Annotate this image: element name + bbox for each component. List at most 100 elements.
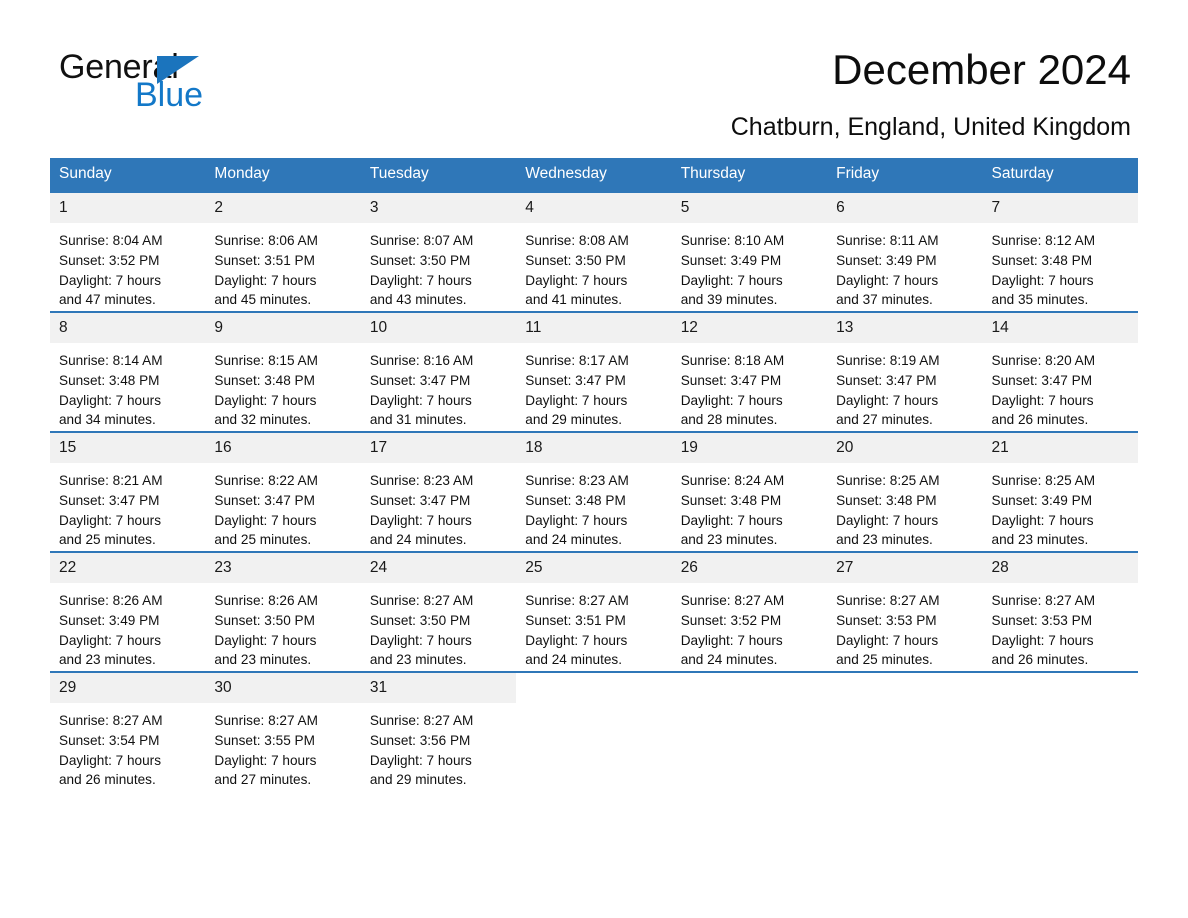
sunrise-text: Sunrise: 8:10 AM (680, 233, 785, 248)
weekday-header-tuesday: Tuesday (360, 158, 517, 192)
calendar-day-cell[interactable]: 21 Sunrise: 8:25 AM Sunset: 3:49 PM Dayligh… (982, 431, 1138, 552)
calendar-day-cell[interactable]: 17 Sunrise: 8:23 AM Sunset: 3:47 PM Dayligh… (360, 431, 517, 552)
calendar-day-cell[interactable]: 2 Sunrise: 8:06 AM Sunset: 3:51 PM Daylight… (205, 191, 361, 312)
page-title: December 2024 (832, 46, 1131, 93)
sunset-text: Sunset: 3:50 PM (214, 612, 315, 628)
calendar-day-cell[interactable]: 8 Sunrise: 8:14 AM Sunset: 3:48 PM Daylight… (50, 311, 206, 432)
daylight-text-line2: and 26 minutes. (991, 412, 1089, 428)
daylight-text-line1: Daylight: 7 hours (214, 392, 317, 408)
calendar-day-cell[interactable]: 26 Sunrise: 8:27 AM Sunset: 3:52 PM Dayligh… (671, 551, 828, 672)
day-info: Sunrise: 8:15 AM Sunset: 3:48 PM Daylight:… (205, 343, 360, 430)
day-info: Sunrise: 8:27 AM Sunset: 3:52 PM Daylight:… (672, 583, 827, 670)
day-info: Sunrise: 8:14 AM Sunset: 3:48 PM Daylight:… (50, 343, 205, 430)
day-number: 29 (50, 673, 206, 703)
day-info: Sunrise: 8:08 AM Sunset: 3:50 PM Daylight:… (516, 223, 671, 310)
calendar-day-cell[interactable]: 5 Sunrise: 8:10 AM Sunset: 3:49 PM Daylight… (671, 191, 828, 312)
daylight-text-line1: Daylight: 7 hours (525, 632, 628, 648)
daylight-text-line1: Daylight: 7 hours (836, 632, 939, 648)
day-number: 26 (671, 553, 828, 583)
sunrise-text: Sunrise: 8:19 AM (836, 353, 940, 368)
sunrise-text: Sunrise: 8:27 AM (836, 593, 940, 608)
day-number: 8 (50, 313, 206, 343)
daylight-text-line2: and 25 minutes. (59, 532, 156, 548)
day-number: 21 (982, 433, 1138, 463)
calendar-day-cell[interactable]: 20 Sunrise: 8:25 AM Sunset: 3:48 PM Dayligh… (827, 431, 983, 552)
sunset-text: Sunset: 3:49 PM (680, 252, 782, 268)
day-info: Sunrise: 8:06 AM Sunset: 3:51 PM Daylight:… (205, 223, 360, 310)
calendar-day-cell[interactable]: 27 Sunrise: 8:27 AM Sunset: 3:53 PM Dayligh… (827, 551, 983, 672)
calendar-day-cell[interactable]: 10 Sunrise: 8:16 AM Sunset: 3:47 PM Dayligh… (360, 311, 517, 432)
calendar-day-cell[interactable]: 7 Sunrise: 8:12 AM Sunset: 3:48 PM Daylight… (982, 191, 1138, 312)
calendar-day-cell[interactable]: 28 Sunrise: 8:27 AM Sunset: 3:53 PM Dayligh… (982, 551, 1138, 672)
calendar-day-cell[interactable]: 12 Sunrise: 8:18 AM Sunset: 3:47 PM Dayligh… (671, 311, 828, 432)
calendar-day-cell[interactable]: 18 Sunrise: 8:23 AM Sunset: 3:48 PM Dayligh… (516, 431, 672, 552)
daylight-text-line1: Daylight: 7 hours (991, 632, 1094, 648)
calendar-day-cell[interactable]: 19 Sunrise: 8:24 AM Sunset: 3:48 PM Dayligh… (671, 431, 828, 552)
sunrise-text: Sunrise: 8:20 AM (991, 353, 1096, 368)
calendar-day-cell[interactable]: 24 Sunrise: 8:27 AM Sunset: 3:50 PM Dayligh… (360, 551, 517, 672)
day-number: 15 (50, 433, 206, 463)
daylight-text-line1: Daylight: 7 hours (59, 392, 162, 408)
day-number: 11 (516, 313, 672, 343)
daylight-text-line2: and 24 minutes. (525, 532, 622, 548)
calendar-day-cell[interactable]: 3 Sunrise: 8:07 AM Sunset: 3:50 PM Daylight… (360, 191, 517, 312)
sunset-text: Sunset: 3:48 PM (836, 492, 937, 508)
day-info: Sunrise: 8:25 AM Sunset: 3:48 PM Daylight:… (827, 463, 982, 550)
sunset-text: Sunset: 3:49 PM (836, 252, 937, 268)
weekday-header-friday: Friday (827, 158, 983, 192)
calendar-day-cell[interactable]: 15 Sunrise: 8:21 AM Sunset: 3:47 PM Dayligh… (50, 431, 206, 552)
calendar-day-cell[interactable]: 1 Sunrise: 8:04 AM Sunset: 3:52 PM Daylight… (50, 191, 206, 312)
sunset-text: Sunset: 3:47 PM (991, 372, 1093, 388)
calendar-day-cell[interactable]: 11 Sunrise: 8:17 AM Sunset: 3:47 PM Dayligh… (516, 311, 672, 432)
calendar-day-cell[interactable]: 22 Sunrise: 8:26 AM Sunset: 3:49 PM Dayligh… (50, 551, 206, 672)
calendar-day-cell[interactable]: 9 Sunrise: 8:15 AM Sunset: 3:48 PM Daylight… (205, 311, 361, 432)
calendar-week-row: 29 Sunrise: 8:27 AM Sunset: 3:54 PM Dayligh… (50, 671, 1138, 791)
daylight-text-line1: Daylight: 7 hours (836, 272, 939, 288)
sunrise-text: Sunrise: 8:12 AM (991, 233, 1096, 248)
calendar-day-cell[interactable]: 23 Sunrise: 8:26 AM Sunset: 3:50 PM Dayligh… (205, 551, 361, 672)
calendar-cell-empty (516, 671, 672, 791)
daylight-text-line2: and 23 minutes. (59, 652, 156, 668)
calendar-cell-empty (671, 671, 828, 791)
day-info: Sunrise: 8:27 AM Sunset: 3:51 PM Daylight:… (516, 583, 671, 670)
daylight-text-line2: and 27 minutes. (836, 412, 933, 428)
general-blue-logo[interactable]: General Blue (59, 50, 319, 120)
daylight-text-line2: and 27 minutes. (214, 772, 312, 788)
calendar-body: 1 Sunrise: 8:04 AM Sunset: 3:52 PM Daylight… (50, 191, 1138, 791)
sunset-text: Sunset: 3:48 PM (680, 492, 782, 508)
day-number: 13 (827, 313, 983, 343)
daylight-text-line1: Daylight: 7 hours (836, 392, 939, 408)
daylight-text-line2: and 24 minutes. (680, 652, 778, 668)
calendar-day-cell[interactable]: 13 Sunrise: 8:19 AM Sunset: 3:47 PM Dayligh… (827, 311, 983, 432)
daylight-text-line1: Daylight: 7 hours (214, 272, 317, 288)
calendar-day-cell[interactable]: 30 Sunrise: 8:27 AM Sunset: 3:55 PM Dayligh… (205, 671, 361, 791)
daylight-text-line2: and 45 minutes. (214, 292, 312, 308)
calendar-day-cell[interactable]: 31 Sunrise: 8:27 AM Sunset: 3:56 PM Dayligh… (360, 671, 517, 791)
sunrise-text: Sunrise: 8:26 AM (59, 593, 163, 608)
day-info: Sunrise: 8:25 AM Sunset: 3:49 PM Daylight:… (983, 463, 1138, 550)
sunset-text: Sunset: 3:47 PM (214, 492, 315, 508)
calendar-day-cell[interactable]: 25 Sunrise: 8:27 AM Sunset: 3:51 PM Dayligh… (516, 551, 672, 672)
daylight-text-line2: and 35 minutes. (991, 292, 1089, 308)
daylight-text-line2: and 23 minutes. (680, 532, 778, 548)
day-info: Sunrise: 8:27 AM Sunset: 3:53 PM Daylight:… (827, 583, 982, 670)
daylight-text-line2: and 41 minutes. (525, 292, 622, 308)
daylight-text-line2: and 25 minutes. (836, 652, 933, 668)
daylight-text-line1: Daylight: 7 hours (59, 272, 162, 288)
day-number: 31 (360, 673, 517, 703)
daylight-text-line2: and 24 minutes. (369, 532, 467, 548)
calendar-day-cell[interactable]: 29 Sunrise: 8:27 AM Sunset: 3:54 PM Dayligh… (50, 671, 206, 791)
daylight-text-line2: and 37 minutes. (836, 292, 933, 308)
daylight-text-line2: and 23 minutes. (836, 532, 933, 548)
calendar-day-cell[interactable]: 16 Sunrise: 8:22 AM Sunset: 3:47 PM Dayligh… (205, 431, 361, 552)
daylight-text-line1: Daylight: 7 hours (680, 392, 783, 408)
sunset-text: Sunset: 3:50 PM (369, 252, 471, 268)
daylight-text-line1: Daylight: 7 hours (680, 512, 783, 528)
calendar-day-cell[interactable]: 6 Sunrise: 8:11 AM Sunset: 3:49 PM Daylight… (827, 191, 983, 312)
daylight-text-line2: and 23 minutes. (369, 652, 467, 668)
calendar-day-cell[interactable]: 14 Sunrise: 8:20 AM Sunset: 3:47 PM Dayligh… (982, 311, 1138, 432)
calendar-day-cell[interactable]: 4 Sunrise: 8:08 AM Sunset: 3:50 PM Daylight… (516, 191, 672, 312)
daylight-text-line2: and 39 minutes. (680, 292, 778, 308)
sunset-text: Sunset: 3:50 PM (525, 252, 626, 268)
sunset-text: Sunset: 3:53 PM (836, 612, 937, 628)
